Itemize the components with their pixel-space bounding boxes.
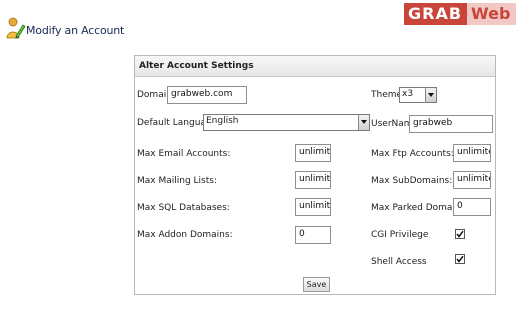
max-parked-domains-input[interactable]: 0 xyxy=(453,198,491,216)
alter-account-settings-panel: Alter Account Settings Domain grabweb.co… xyxy=(134,55,496,295)
shell-access-checkbox[interactable] xyxy=(455,254,465,264)
chevron-down-icon[interactable] xyxy=(425,88,436,102)
panel-title: Alter Account Settings xyxy=(135,56,495,77)
max-ftp-accounts-label: Max Ftp Accounts: xyxy=(371,149,454,159)
max-ftp-accounts-input[interactable]: unlimitec xyxy=(453,144,491,162)
watermark-part1: GRAB xyxy=(404,3,468,25)
default-language-select[interactable]: English xyxy=(203,114,370,131)
default-language-select-value: English xyxy=(206,116,239,126)
save-button[interactable]: Save xyxy=(303,277,330,292)
watermark-part2: Web xyxy=(467,3,517,25)
cgi-privilege-label: CGI Privilege xyxy=(371,230,429,240)
max-subdomains-label: Max SubDomains: xyxy=(371,176,453,186)
user-edit-icon xyxy=(4,16,26,40)
max-addon-domains-input[interactable]: 0 xyxy=(295,226,331,244)
theme-label: Theme xyxy=(371,90,403,100)
max-sql-databases-label: Max SQL Databases: xyxy=(137,203,230,213)
page-title: Modify an Account xyxy=(26,24,125,37)
max-mailing-lists-input[interactable]: unlimitec xyxy=(295,171,331,189)
max-subdomains-input[interactable]: unlimitec xyxy=(453,171,491,189)
grabweb-watermark: GRAB Web xyxy=(404,3,517,25)
theme-select-value: x3 xyxy=(402,89,414,99)
theme-select[interactable]: x3 xyxy=(399,87,437,103)
shell-access-label: Shell Access xyxy=(371,257,427,267)
chevron-down-icon[interactable] xyxy=(358,115,369,130)
max-email-accounts-input[interactable]: unlimitec xyxy=(295,144,331,162)
domain-input[interactable]: grabweb.com xyxy=(167,86,247,104)
username-input[interactable]: grabweb xyxy=(409,115,493,133)
max-mailing-lists-label: Max Mailing Lists: xyxy=(137,176,217,186)
max-sql-databases-input[interactable]: unlimitec xyxy=(295,198,331,216)
max-addon-domains-label: Max Addon Domains: xyxy=(137,230,233,240)
max-email-accounts-label: Max Email Accounts: xyxy=(137,149,231,159)
cgi-privilege-checkbox[interactable] xyxy=(455,229,465,239)
